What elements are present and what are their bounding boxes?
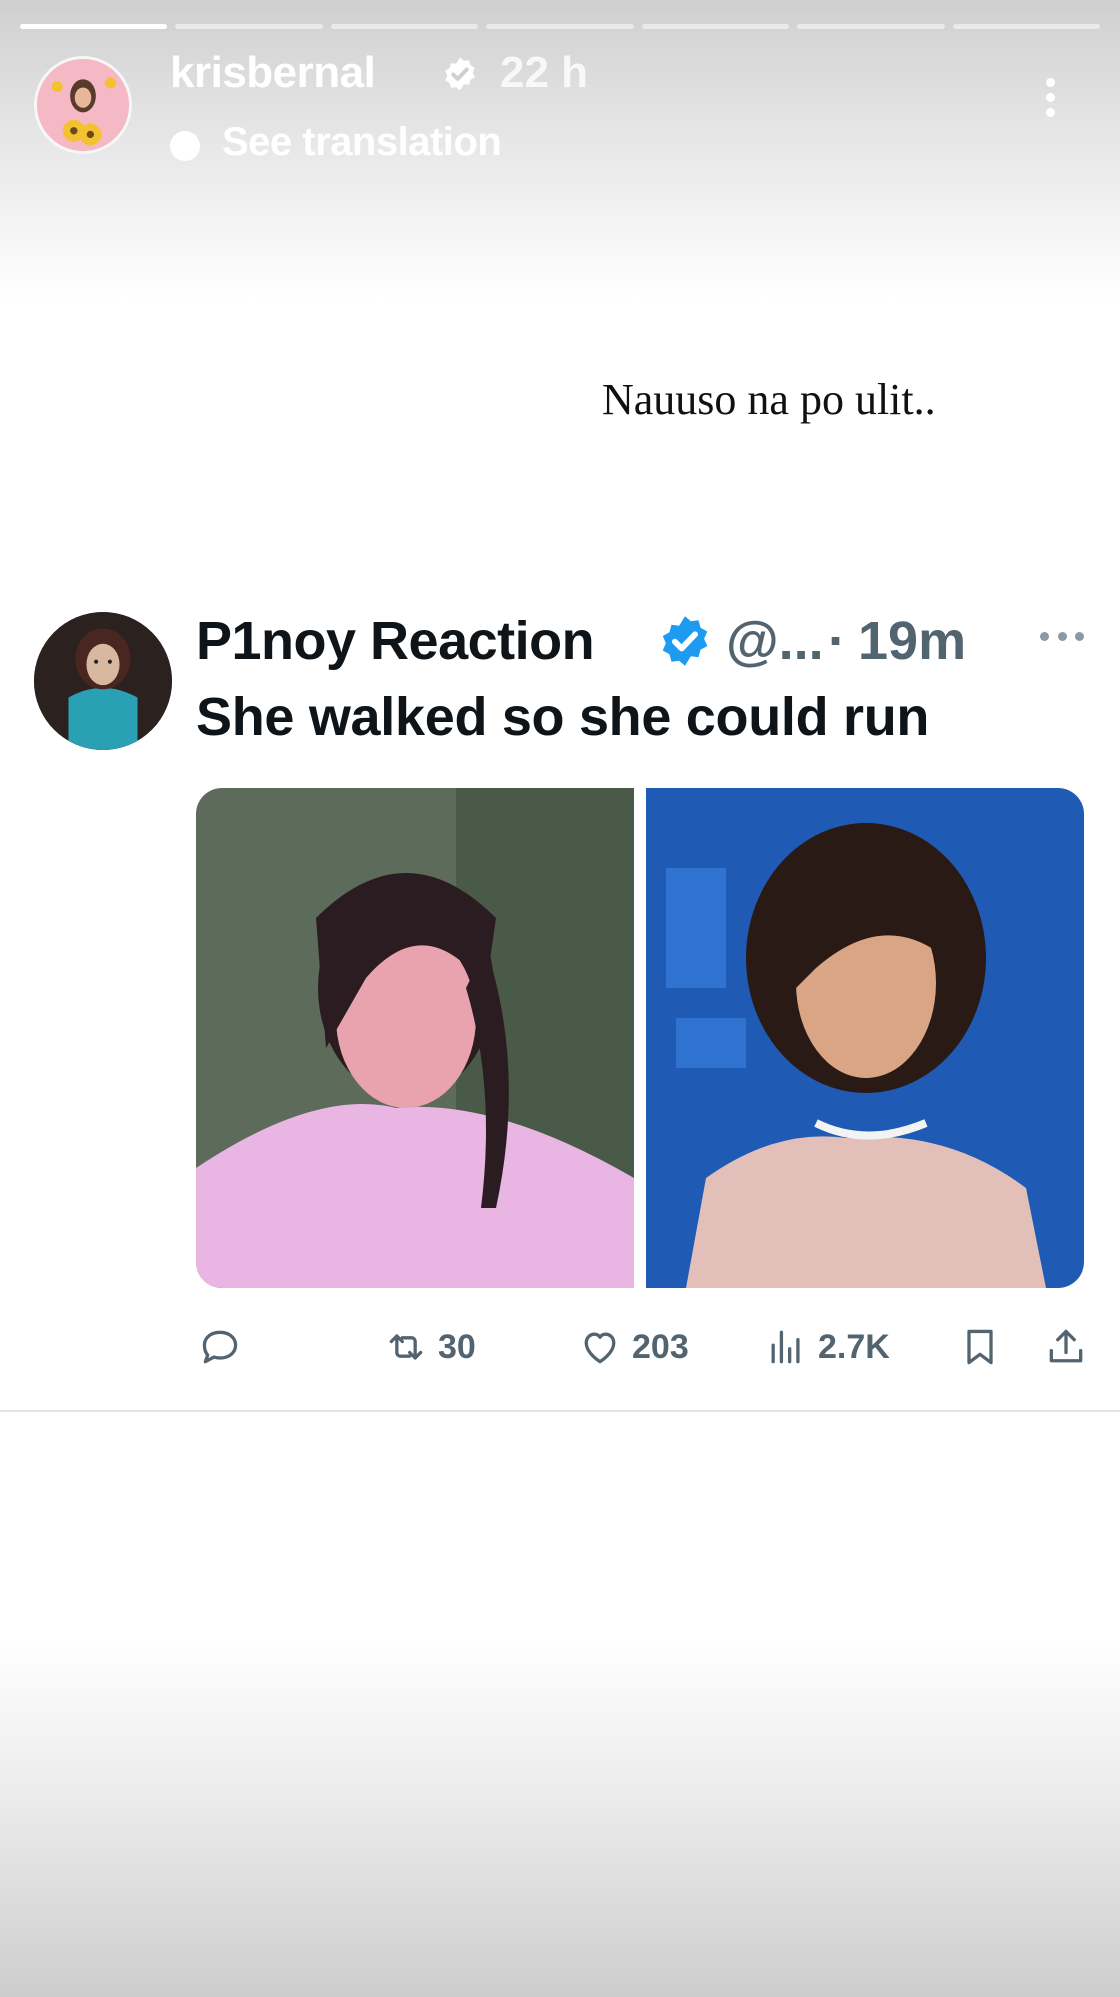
reply-button[interactable] <box>198 1322 242 1372</box>
story-caption: Nauuso na po ulit.. <box>602 375 936 424</box>
bookmark-icon <box>967 1329 993 1365</box>
retweet-count: 30 <box>438 1327 476 1366</box>
tweet-photo-left[interactable] <box>196 788 634 1288</box>
story-username[interactable]: krisbernal <box>170 48 376 98</box>
progress-segment <box>641 24 790 29</box>
reply-icon <box>202 1330 238 1364</box>
like-icon <box>584 1332 616 1364</box>
tweet-text: She walked so she could run <box>196 687 930 747</box>
progress-segment <box>330 24 479 29</box>
tweet-handle[interactable]: @... <box>726 610 824 672</box>
tweet-time: 19m <box>858 611 967 671</box>
progress-segment <box>797 24 945 29</box>
bookmark-button[interactable] <box>958 1322 1002 1372</box>
translate-icon <box>170 131 200 161</box>
tweet-display-name[interactable]: P1noy Reaction <box>196 610 595 672</box>
divider <box>0 1410 1120 1412</box>
progress-segment <box>486 24 634 29</box>
share-icon <box>1049 1329 1083 1363</box>
tweet-avatar-image <box>34 612 172 750</box>
tweet-media[interactable] <box>196 788 1084 1288</box>
share-button[interactable] <box>1044 1322 1088 1372</box>
views-button[interactable]: 2.7K <box>764 1322 890 1372</box>
more-vertical-icon[interactable] <box>1036 78 1064 128</box>
like-button[interactable]: 203 <box>578 1322 689 1372</box>
avatar-image <box>37 59 129 151</box>
story-avatar[interactable] <box>34 56 132 154</box>
verified-badge-icon <box>445 57 475 91</box>
bottom-gradient <box>0 1637 1120 1997</box>
retweet-button[interactable]: 30 <box>384 1322 476 1372</box>
progress-segment <box>20 24 168 29</box>
story-progress-bars <box>20 24 1100 29</box>
progress-segment <box>175 24 323 29</box>
story-time: 22 h <box>500 48 589 97</box>
progress-segment <box>952 24 1100 29</box>
tweet-photo-right[interactable] <box>646 788 1084 1288</box>
views-count: 2.7K <box>818 1327 890 1366</box>
views-icon <box>771 1330 800 1364</box>
more-horizontal-icon[interactable] <box>1040 632 1084 646</box>
tweet-separator: · <box>828 611 846 671</box>
verified-badge-icon <box>662 616 708 666</box>
retweet-icon <box>389 1334 423 1360</box>
see-translation-link[interactable]: See translation <box>222 120 502 165</box>
like-count: 203 <box>632 1327 689 1366</box>
tweet-avatar[interactable] <box>34 612 172 750</box>
top-gradient <box>0 0 1120 300</box>
